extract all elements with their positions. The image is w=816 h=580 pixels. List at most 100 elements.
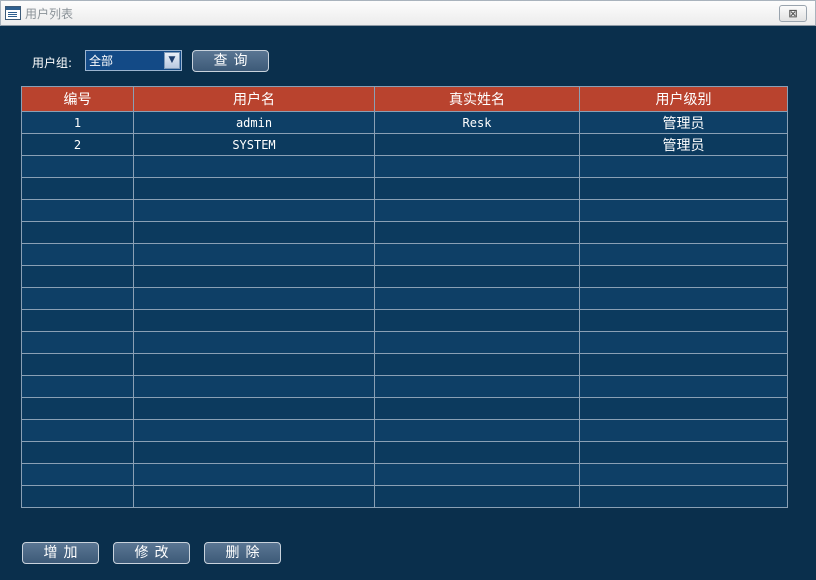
table-row[interactable] xyxy=(21,463,788,486)
table-cell: 管理员 xyxy=(579,111,788,134)
table-cell xyxy=(133,485,375,508)
table-cell xyxy=(579,375,788,398)
table-row[interactable]: 1 admin Resk 管理员 xyxy=(21,111,788,134)
table-cell xyxy=(21,441,134,464)
table-cell xyxy=(374,397,580,420)
table-row[interactable] xyxy=(21,221,788,244)
table-row[interactable]: 2 SYSTEM 管理员 xyxy=(21,133,788,156)
user-group-select[interactable]: 全部 ▼ xyxy=(85,50,182,71)
table-row[interactable] xyxy=(21,397,788,420)
table-cell: 1 xyxy=(21,111,134,134)
table-cell xyxy=(133,265,375,288)
table-cell xyxy=(133,397,375,420)
table-cell xyxy=(21,155,134,178)
table-cell: 2 xyxy=(21,133,134,156)
table-cell: Resk xyxy=(374,111,580,134)
table-cell xyxy=(21,199,134,222)
table-cell xyxy=(374,221,580,244)
table-cell xyxy=(133,155,375,178)
table-cell xyxy=(21,485,134,508)
table-cell xyxy=(374,309,580,332)
edit-button[interactable]: 修改 xyxy=(113,542,190,564)
table-cell xyxy=(133,309,375,332)
table-row[interactable] xyxy=(21,485,788,508)
table-cell xyxy=(133,419,375,442)
table-cell: 管理员 xyxy=(579,133,788,156)
column-header-username[interactable]: 用户名 xyxy=(133,86,375,112)
table-cell xyxy=(133,331,375,354)
table-cell xyxy=(579,199,788,222)
column-header-level[interactable]: 用户级别 xyxy=(579,86,788,112)
table-cell xyxy=(579,331,788,354)
table-row[interactable] xyxy=(21,287,788,310)
table-cell xyxy=(579,243,788,266)
table-row[interactable] xyxy=(21,375,788,398)
table-cell xyxy=(374,287,580,310)
table-row[interactable] xyxy=(21,331,788,354)
table-cell xyxy=(579,485,788,508)
table-cell xyxy=(579,397,788,420)
table-cell xyxy=(374,133,580,156)
table-cell xyxy=(579,419,788,442)
user-group-label: 用户组: xyxy=(32,56,73,70)
add-button[interactable]: 增加 xyxy=(22,542,99,564)
table-cell xyxy=(579,221,788,244)
table-cell xyxy=(374,155,580,178)
table-row[interactable] xyxy=(21,441,788,464)
table-cell xyxy=(374,463,580,486)
table-cell xyxy=(374,419,580,442)
table-cell xyxy=(374,353,580,376)
table-row[interactable] xyxy=(21,177,788,200)
table-row[interactable] xyxy=(21,353,788,376)
table-row[interactable] xyxy=(21,309,788,332)
table-cell xyxy=(374,331,580,354)
table-cell xyxy=(374,485,580,508)
table-cell xyxy=(133,441,375,464)
table-cell xyxy=(133,375,375,398)
table-row[interactable] xyxy=(21,243,788,266)
table-cell xyxy=(21,243,134,266)
table-cell xyxy=(374,375,580,398)
table-cell xyxy=(21,309,134,332)
table-row[interactable] xyxy=(21,265,788,288)
table-cell xyxy=(374,199,580,222)
table-cell xyxy=(133,177,375,200)
table-cell xyxy=(21,375,134,398)
table-cell xyxy=(21,397,134,420)
table-cell xyxy=(374,177,580,200)
table-cell xyxy=(579,155,788,178)
table-body: 1 admin Resk 管理员 2 SYSTEM 管理员 xyxy=(21,111,788,508)
table-cell xyxy=(133,353,375,376)
table-cell xyxy=(21,331,134,354)
table-cell xyxy=(579,265,788,288)
column-header-realname[interactable]: 真实姓名 xyxy=(374,86,580,112)
delete-button[interactable]: 删除 xyxy=(204,542,281,564)
table-cell xyxy=(579,287,788,310)
table-header-row: 编号 用户名 真实姓名 用户级别 xyxy=(21,86,788,112)
table-row[interactable] xyxy=(21,155,788,178)
window-icon xyxy=(5,6,21,20)
table-cell xyxy=(579,463,788,486)
table-cell xyxy=(374,265,580,288)
table-cell xyxy=(374,441,580,464)
window-title: 用户列表 xyxy=(25,6,74,21)
table-cell xyxy=(133,463,375,486)
table-cell xyxy=(579,177,788,200)
table-cell xyxy=(133,243,375,266)
user-group-value: 全部 xyxy=(89,54,114,68)
column-header-id[interactable]: 编号 xyxy=(21,86,134,112)
table-cell xyxy=(21,177,134,200)
table-cell xyxy=(21,265,134,288)
table-cell xyxy=(579,353,788,376)
user-table: 编号 用户名 真实姓名 用户级别 1 admin Resk 管理员 2 SYSTEM 管理员 xyxy=(21,86,788,508)
title-bar: 用户列表 ⊠ xyxy=(0,0,816,26)
table-row[interactable] xyxy=(21,199,788,222)
chevron-down-icon[interactable]: ▼ xyxy=(164,52,180,69)
table-cell xyxy=(133,221,375,244)
close-button[interactable]: ⊠ xyxy=(779,5,807,22)
table-cell xyxy=(579,309,788,332)
query-button[interactable]: 查询 xyxy=(192,50,269,72)
table-cell xyxy=(133,199,375,222)
table-cell: admin xyxy=(133,111,375,134)
table-row[interactable] xyxy=(21,419,788,442)
